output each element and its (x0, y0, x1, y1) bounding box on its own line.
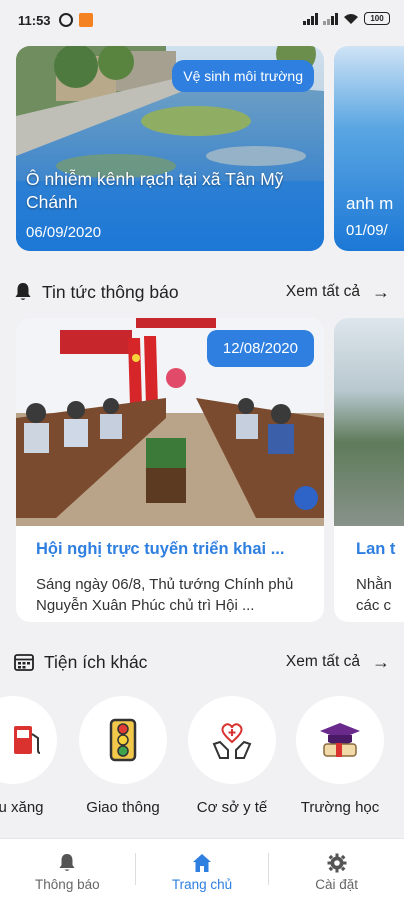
section-title: Tiện ích khác (44, 651, 148, 672)
utility-circle (188, 696, 276, 784)
signal-2-icon (323, 12, 338, 25)
news-description: Sáng ngày 06/8, Thủ tướng Chính phủ Nguy… (36, 576, 294, 614)
utilities-section-header: Tiện ích khác Xem tất cả → (14, 650, 390, 674)
news-card[interactable]: 12/08/2020 Hội nghị trực tuyến triển kha… (16, 318, 324, 622)
healthcare-icon (212, 723, 252, 759)
see-all-news-link[interactable]: Xem tất cả (286, 283, 360, 301)
news-card-next[interactable]: Lan t Nhằn các c (334, 318, 404, 622)
news-description-line1: Nhằn (356, 576, 392, 593)
bell-icon (59, 854, 75, 871)
utility-fuel[interactable]: u xăng (0, 696, 57, 826)
news-section-header: Tin tức thông báo Xem tất cả → (14, 280, 390, 304)
fuel-pump-icon (14, 726, 41, 754)
home-icon (193, 854, 211, 872)
nav-label: Trang chủ (171, 877, 233, 892)
nav-label: Cài đặt (315, 877, 359, 892)
arrow-right-icon[interactable]: → (372, 282, 390, 303)
banner-title: anh m (346, 194, 394, 213)
news-date-badge: 12/08/2020 (206, 330, 314, 367)
section-title: Tin tức thông báo (42, 281, 179, 302)
banner-card-next[interactable]: anh m 01/09/ (334, 46, 404, 251)
bell-icon (15, 283, 31, 300)
traffic-light-icon (109, 718, 137, 762)
battery-icon: 100 (364, 12, 390, 25)
utility-school[interactable]: Trường học (296, 696, 384, 826)
utility-circle (296, 696, 384, 784)
banner-title: Ô nhiễm kênh rạch tại xã Tân Mỹ Chánh (26, 169, 284, 212)
nav-divider (135, 853, 136, 885)
utility-label: Cơ sở y tế (196, 799, 268, 816)
status-indicators: 100 (303, 12, 390, 25)
see-all-utilities-link[interactable]: Xem tất cả (286, 653, 360, 671)
nav-label: Thông báo (35, 877, 100, 892)
news-image (334, 318, 404, 526)
calendar-icon (14, 654, 34, 671)
utility-label: Trường học (300, 799, 380, 816)
news-description: Nhằn các c (356, 574, 392, 616)
nav-item-notifications[interactable]: Thông báo (0, 839, 135, 900)
signal-icon (303, 12, 318, 25)
banner-date: 06/09/2020 (26, 224, 102, 241)
notification-icon (78, 13, 93, 27)
graduation-icon (320, 723, 360, 757)
news-title: Lan t (356, 540, 396, 558)
utility-traffic[interactable]: Giao thông (79, 696, 167, 826)
arrow-right-icon[interactable]: → (372, 652, 390, 673)
utility-circle (0, 696, 57, 784)
battery-level: 100 (370, 14, 384, 23)
banner-date: 01/09/ (346, 222, 388, 239)
nav-item-settings[interactable]: Cài đặt (269, 839, 404, 900)
bottom-navigation: Thông báo Trang chủ Cài đặt (0, 838, 404, 900)
utility-healthcare[interactable]: Cơ sở y tế (188, 696, 276, 826)
wifi-icon (344, 13, 358, 24)
nav-item-home[interactable]: Trang chủ (135, 839, 270, 900)
news-description-line2: các c (356, 597, 392, 614)
nav-divider (268, 853, 269, 885)
banner-category-tag: Vệ sinh môi trường (172, 60, 314, 92)
home-screen: 11:53 100 Vệ sinh môi trường Ô nhiễm kên… (0, 0, 404, 900)
gear-icon (327, 853, 347, 873)
banner-card[interactable]: Vệ sinh môi trường Ô nhiễm kênh rạch tại… (16, 46, 324, 251)
status-time: 11:53 (18, 12, 51, 28)
status-bar: 11:53 100 (0, 0, 404, 40)
utility-label: u xăng (0, 799, 44, 816)
alarm-icon (58, 13, 73, 27)
news-title: Hội nghị trực tuyến triển khai ... (36, 540, 285, 558)
utility-circle (79, 696, 167, 784)
utility-label: Giao thông (86, 799, 160, 816)
